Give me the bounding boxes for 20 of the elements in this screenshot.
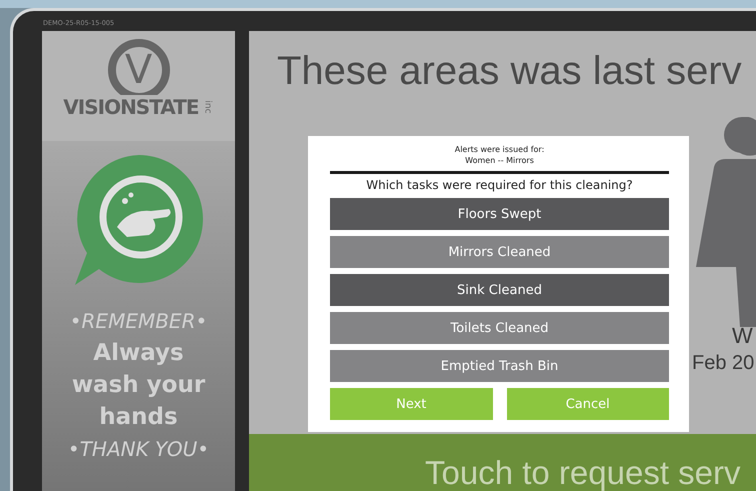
alert-heading: Alerts were issued for: bbox=[454, 144, 544, 155]
alert-items: Women -- Mirrors bbox=[465, 155, 534, 166]
question-text: Which tasks were required for this cleaning? bbox=[366, 178, 633, 192]
task-button[interactable]: Sink Cleaned bbox=[330, 274, 669, 306]
task-button[interactable]: Mirrors Cleaned bbox=[330, 236, 669, 268]
task-button[interactable]: Emptied Trash Bin bbox=[330, 350, 669, 382]
restroom-label: W bbox=[731, 323, 754, 349]
poster-caption: •REMEMBER• bbox=[70, 308, 208, 335]
poster-caption: •THANK YOU• bbox=[68, 436, 210, 463]
logo-suffix: inc bbox=[202, 100, 212, 114]
request-service-bar[interactable]: Touch to request serv bbox=[249, 434, 756, 491]
poster-headline: hands bbox=[99, 403, 178, 432]
task-button[interactable]: Floors Swept bbox=[330, 198, 669, 230]
poster-headline: Always bbox=[93, 339, 184, 368]
cancel-button[interactable]: Cancel bbox=[506, 388, 669, 420]
service-date: Feb 20 bbox=[692, 351, 755, 376]
page-title: These areas was last serv bbox=[276, 48, 743, 95]
poster-headline: wash your bbox=[72, 371, 206, 400]
task-button[interactable]: Toilets Cleaned bbox=[330, 312, 669, 344]
next-button[interactable]: Next bbox=[330, 388, 492, 420]
